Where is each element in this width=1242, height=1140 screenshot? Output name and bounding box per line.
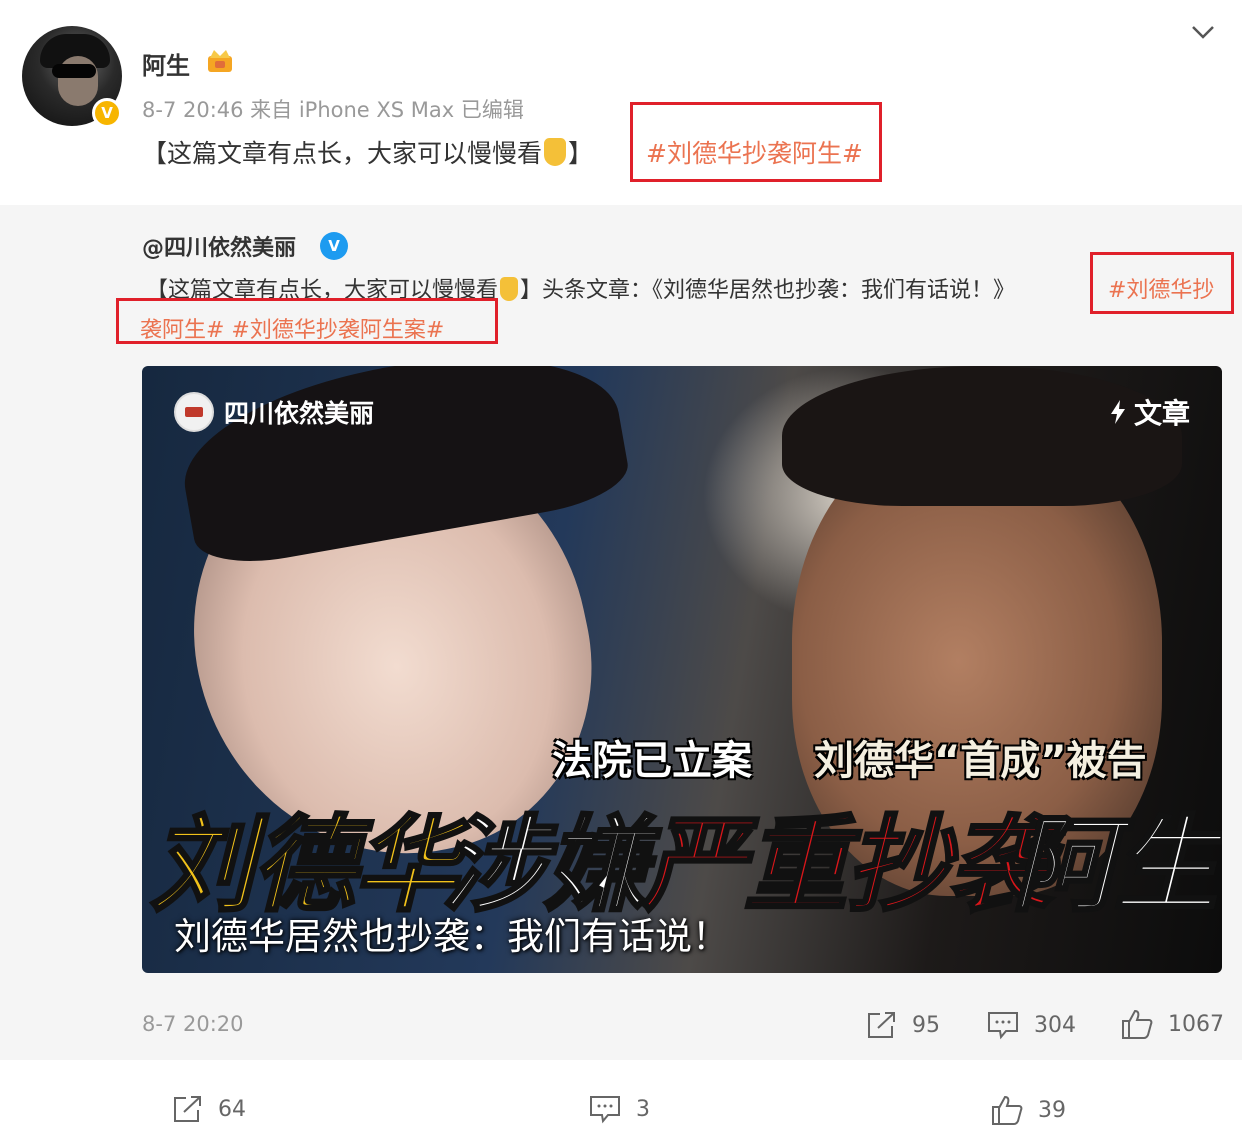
share-count: 64 <box>218 1096 246 1122</box>
repost-verified-badge: V <box>320 232 348 260</box>
comment-count: 3 <box>636 1096 650 1122</box>
highlight-box <box>116 298 498 344</box>
comment-icon <box>988 1012 1018 1040</box>
repost-share-count: 95 <box>912 1012 940 1038</box>
card-source-name: 四川依然美丽 <box>224 399 375 428</box>
card-title: 刘德华居然也抄袭：我们有话说！ <box>174 915 729 958</box>
repost-like-button[interactable]: 1067 <box>1120 1008 1224 1040</box>
weibo-post: V 阿生 8-7 20:46 来自 iPhone XS Max 已编辑 【这篇文… <box>0 0 1242 1140</box>
repost-comment-count: 304 <box>1034 1012 1076 1038</box>
post-text: 【这篇文章有点长，大家可以慢慢看】 <box>142 134 593 170</box>
like-icon <box>992 1095 1023 1125</box>
comment-button[interactable]: 3 <box>588 1094 650 1124</box>
like-count: 39 <box>1038 1097 1066 1123</box>
post-text-body: 【这篇文章有点长，大家可以慢慢看 <box>142 139 543 168</box>
author-name[interactable]: 阿生 <box>142 46 190 81</box>
source-logo <box>174 392 214 432</box>
comment-icon <box>590 1096 620 1124</box>
card-photo-right-hair <box>782 366 1182 506</box>
post-meta: 8-7 20:46 来自 iPhone XS Max 已编辑 <box>142 98 524 122</box>
share-icon <box>174 1096 201 1122</box>
lightning-icon <box>1110 400 1125 424</box>
like-button[interactable]: 39 <box>990 1094 1066 1126</box>
share-button[interactable]: 64 <box>172 1094 246 1124</box>
card-caption-1: 法院已立案 <box>552 738 752 784</box>
highlight-box <box>1090 252 1234 314</box>
repost-text-b[interactable]: 】头条文章：《刘德华居然也抄袭：我们有话说！》 <box>520 278 1015 303</box>
post-text-close: 】 <box>568 139 594 168</box>
repost-time[interactable]: 8-7 20:20 <box>142 1012 244 1036</box>
repost-like-count: 1067 <box>1168 1011 1224 1037</box>
repost-share-button[interactable]: 95 <box>866 1010 940 1040</box>
article-card[interactable]: 四川依然美丽 文章 法院已立案 刘德华“首成”被告 刘德华 涉嫌 严重抄袭 阿生… <box>142 366 1222 973</box>
share-icon <box>868 1012 895 1038</box>
pointing-hand-emoji <box>544 138 567 166</box>
crown-icon <box>208 50 232 72</box>
card-source: 四川依然美丽 <box>174 392 374 432</box>
card-type: 文章 <box>1108 392 1190 432</box>
card-type-label: 文章 <box>1133 397 1190 430</box>
card-caption-2: 刘德华“首成”被告 <box>814 738 1147 784</box>
pointing-hand-emoji <box>500 277 519 301</box>
highlight-box <box>630 102 882 182</box>
repost-author[interactable]: @四川依然美丽 <box>142 230 296 262</box>
avatar-glasses <box>52 64 96 78</box>
like-icon <box>1122 1009 1153 1039</box>
card-headline-4: 阿生 <box>1010 803 1219 928</box>
chevron-down-icon[interactable] <box>1190 22 1216 42</box>
verified-badge: V <box>92 98 122 128</box>
repost-comment-button[interactable]: 304 <box>986 1010 1076 1040</box>
